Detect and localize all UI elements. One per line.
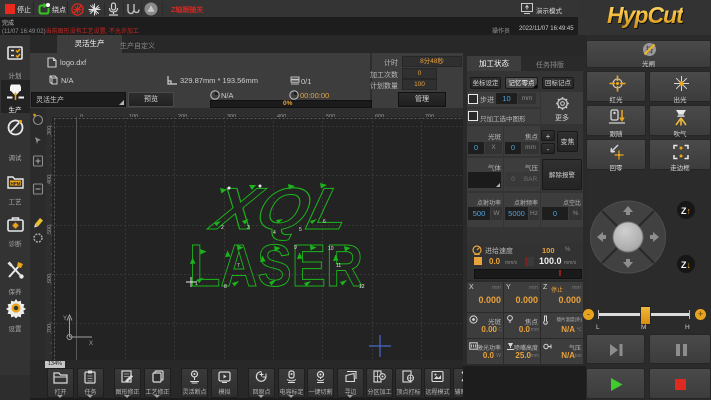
svg-text:X: X <box>89 341 93 347</box>
svg-text:4: 4 <box>273 230 276 236</box>
svg-text:10: 10 <box>328 246 334 252</box>
svg-text:HPM: HPM <box>11 181 21 186</box>
svg-text:Y: Y <box>63 316 67 322</box>
svg-text:9: 9 <box>294 245 297 251</box>
svg-text:11: 11 <box>336 263 341 269</box>
svg-text:2: 2 <box>221 225 224 231</box>
svg-text:6: 6 <box>323 219 326 225</box>
svg-text:XQL: XQL <box>204 176 358 242</box>
svg-text:8: 8 <box>224 284 227 290</box>
svg-text:7: 7 <box>237 263 240 269</box>
svg-text:5: 5 <box>299 227 302 233</box>
svg-text:3: 3 <box>247 225 250 231</box>
svg-text:12: 12 <box>359 284 365 290</box>
